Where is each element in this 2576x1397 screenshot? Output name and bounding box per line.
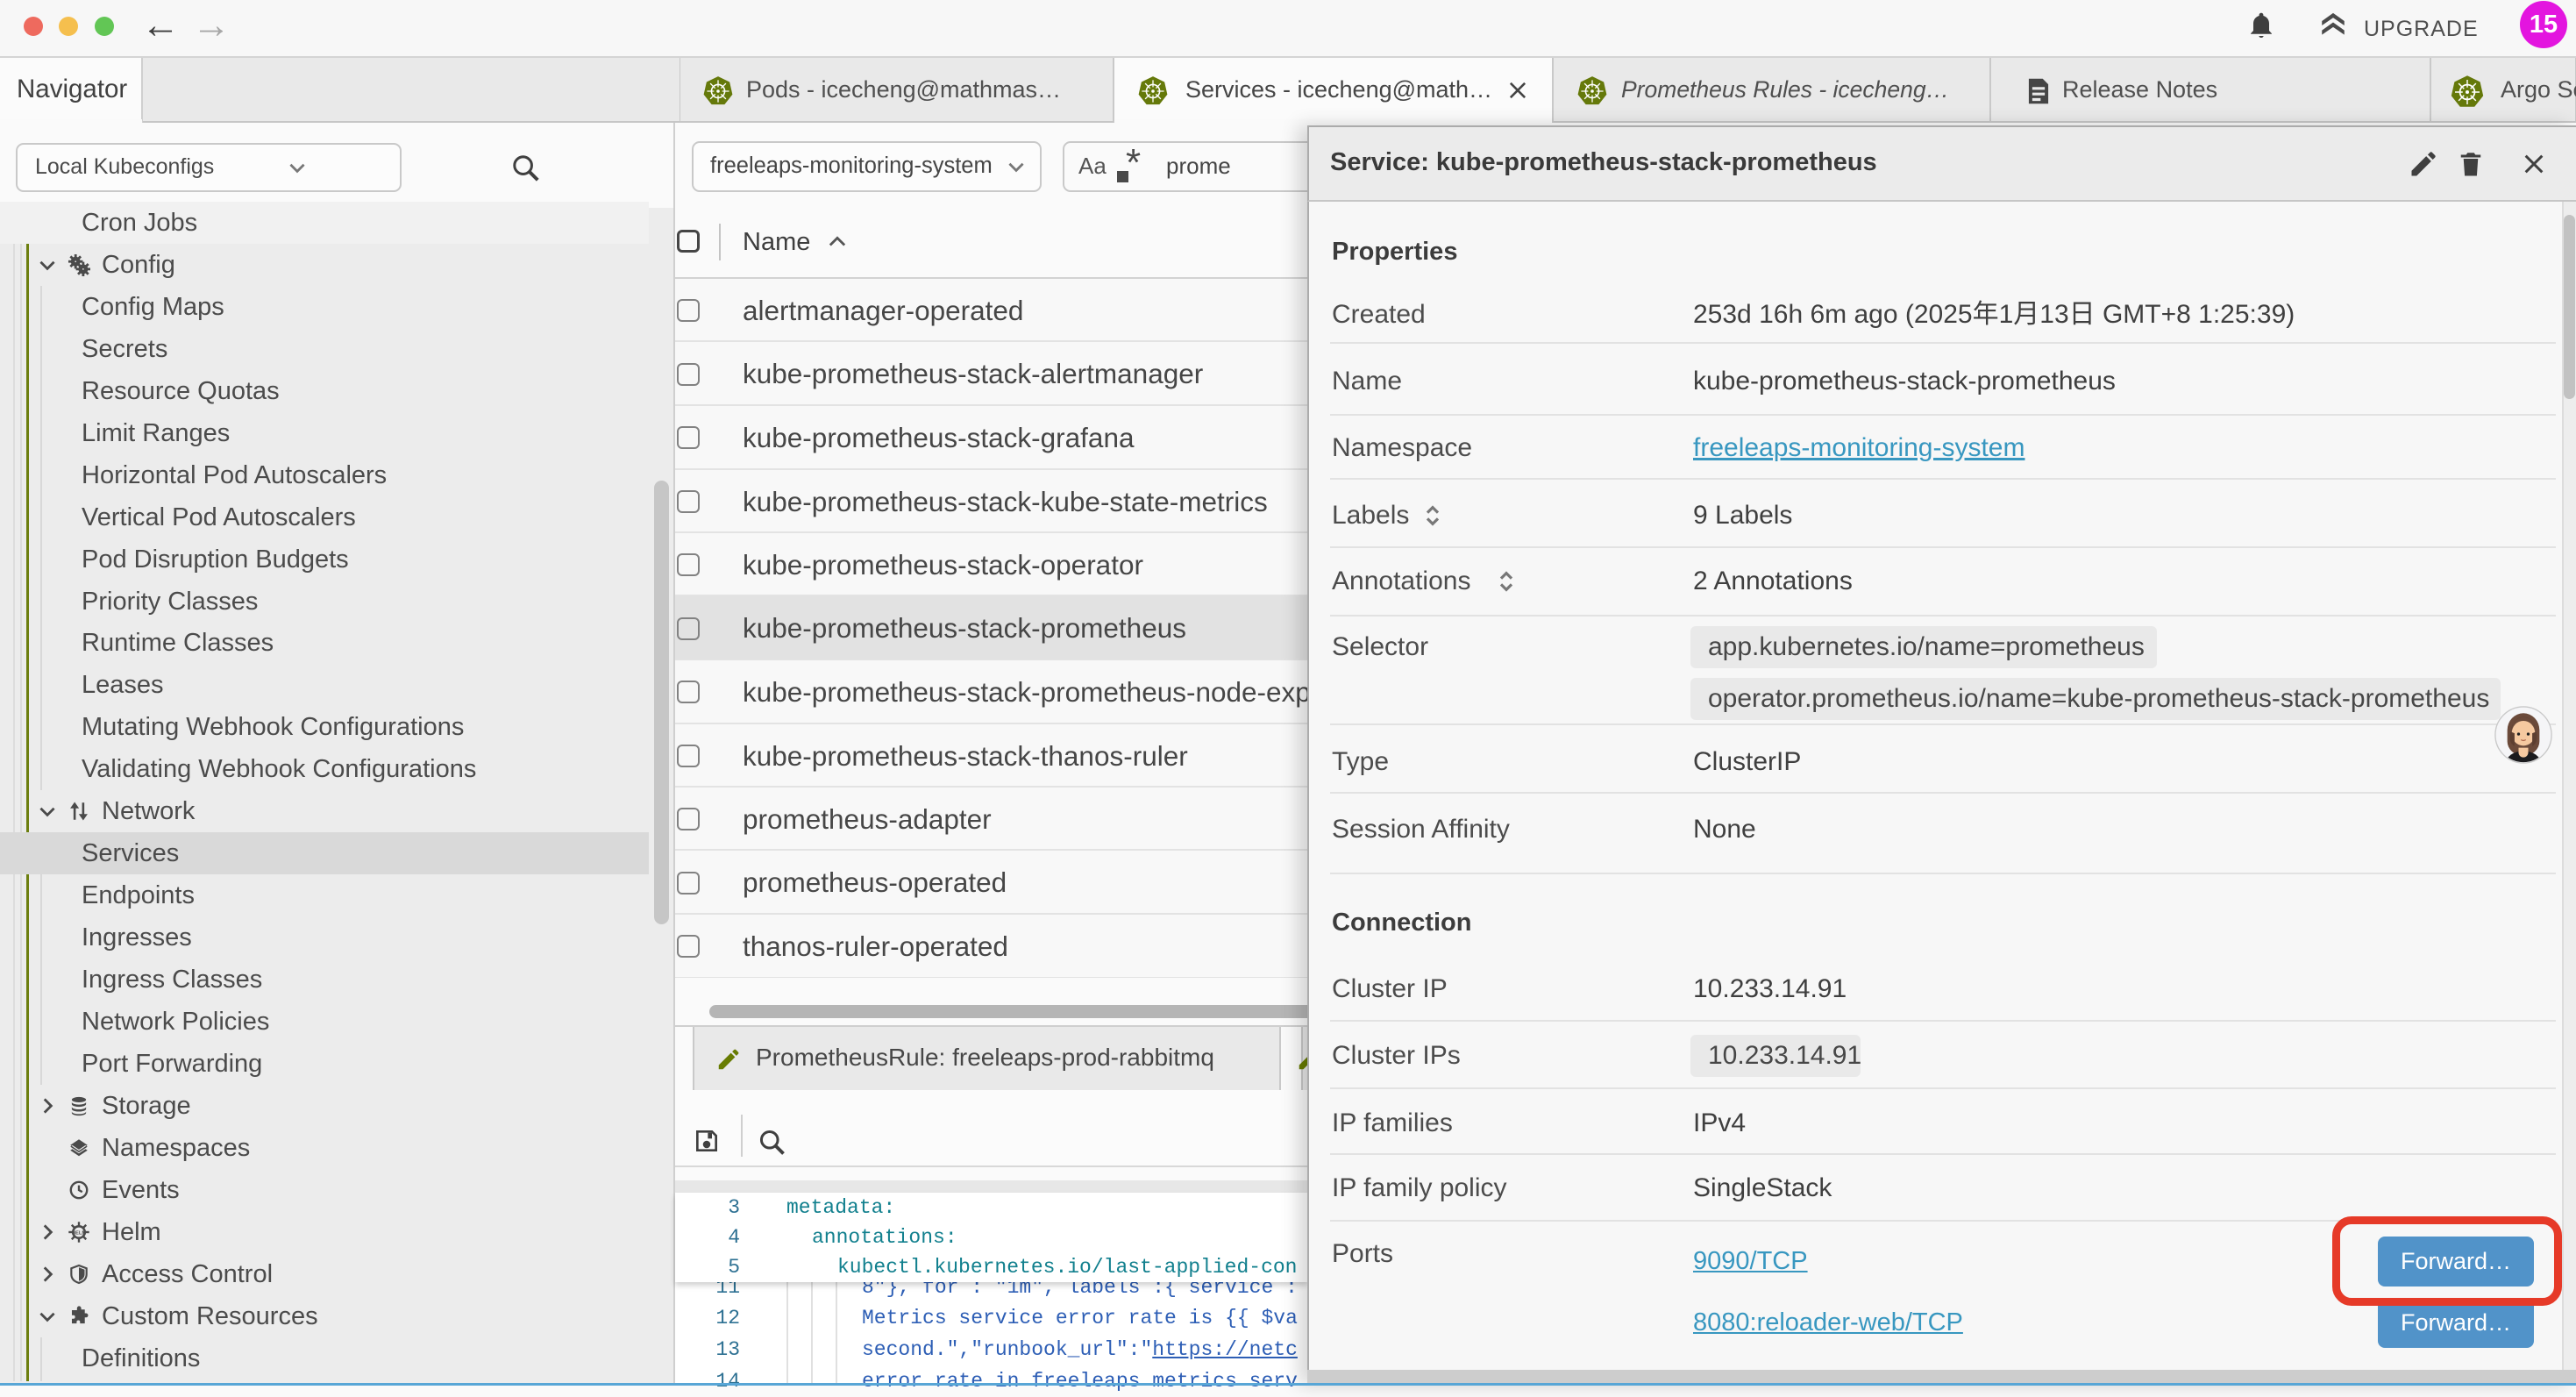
svg-text:HELM: HELM — [72, 1230, 87, 1236]
